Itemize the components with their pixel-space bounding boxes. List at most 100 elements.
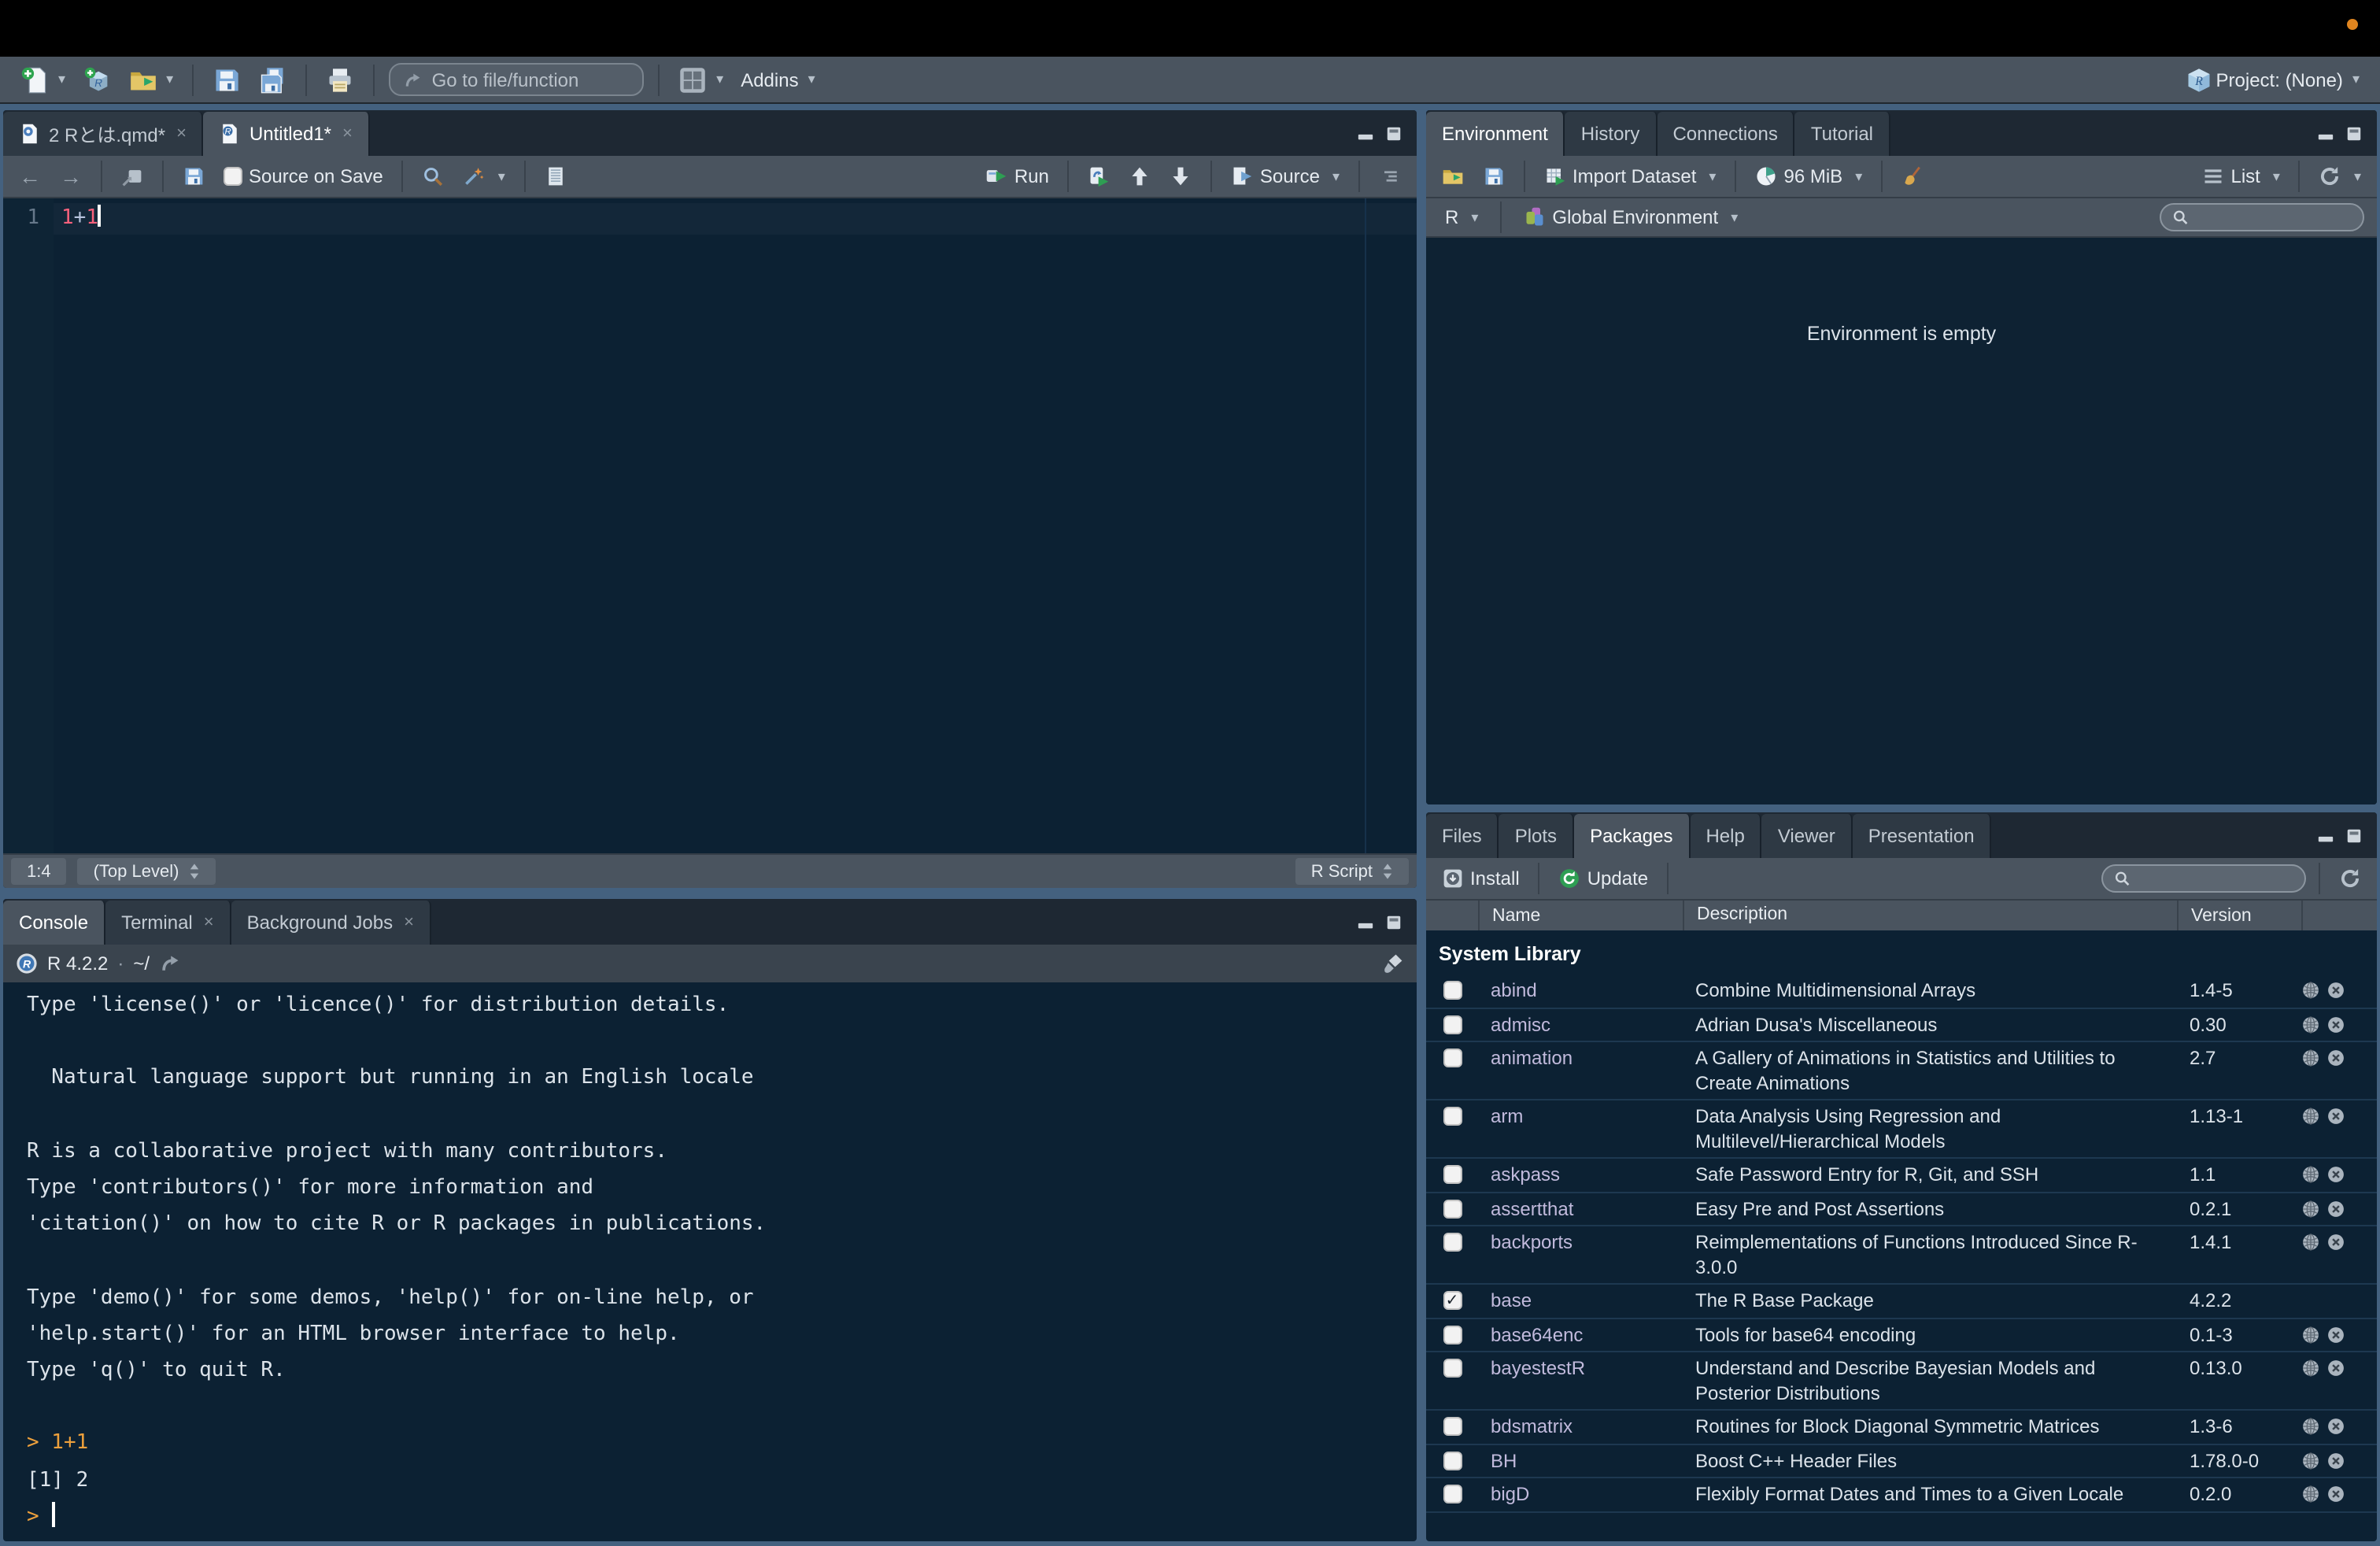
project-selector[interactable]: R Project: (None) [2180,62,2364,97]
code-tools-button[interactable] [457,164,512,189]
tab-background-jobs[interactable]: Background Jobs [231,901,431,945]
find-replace-button[interactable] [416,164,451,189]
compile-report-button[interactable] [538,164,573,189]
description-column-header[interactable]: Description [1683,901,2177,930]
package-name-link[interactable]: bigD [1491,1483,1529,1505]
package-remove-icon[interactable] [2326,981,2345,1000]
list-view-selector[interactable]: List [2197,164,2286,189]
new-file-button[interactable] [16,62,70,97]
tab-untitled1[interactable]: R Untitled1* [204,112,370,156]
tab-environment[interactable]: Environment [1426,112,1565,156]
package-website-icon[interactable] [2301,1233,2320,1252]
package-website-icon[interactable] [2301,1165,2320,1184]
import-dataset-button[interactable]: Import Dataset [1538,164,1722,189]
source-on-save-checkbox[interactable]: Source on Save [217,164,390,189]
package-name-link[interactable]: assertthat [1491,1197,1573,1219]
install-button[interactable]: Install [1436,866,1526,891]
package-checkbox[interactable] [1426,1163,1478,1184]
package-checkbox[interactable] [1426,1047,1478,1067]
open-in-new-window-button[interactable] [115,164,150,189]
package-remove-icon[interactable] [2326,1417,2345,1436]
package-remove-icon[interactable] [2326,1165,2345,1184]
package-name-link[interactable]: askpass [1491,1163,1560,1185]
package-checkbox[interactable] [1426,1013,1478,1034]
package-checkbox[interactable] [1426,1323,1478,1344]
source-button[interactable]: Source [1225,164,1346,189]
print-button[interactable] [321,62,359,97]
tab-tutorial[interactable]: Tutorial [1795,112,1890,156]
editor-code-area[interactable]: 1+1 [54,198,1417,853]
minimize-button[interactable] [2317,125,2334,141]
package-name-link[interactable]: arm [1491,1105,1523,1127]
tab-files[interactable]: Files [1426,814,1499,858]
run-next-button[interactable] [1164,164,1199,189]
package-name-link[interactable]: base [1491,1289,1532,1311]
name-column-header[interactable]: Name [1478,901,1683,930]
package-remove-icon[interactable] [2326,1015,2345,1034]
package-website-icon[interactable] [2301,1485,2320,1503]
package-remove-icon[interactable] [2326,1359,2345,1378]
maximize-button[interactable] [1385,125,1402,141]
scope-selector[interactable]: (Top Level) [78,858,216,885]
refresh-packages-button[interactable] [2333,866,2367,891]
package-checkbox[interactable] [1426,1197,1478,1218]
package-name-link[interactable]: abind [1491,979,1537,1001]
cursor-position[interactable]: 1:4 [11,858,67,885]
code-editor[interactable]: 1 1+1 [3,198,1417,853]
goto-file-input[interactable] [432,68,630,91]
package-checkbox[interactable] [1426,1415,1478,1436]
tab-help[interactable]: Help [1690,814,1761,858]
tab-plots[interactable]: Plots [1499,814,1574,858]
close-icon[interactable] [342,124,353,143]
close-icon[interactable] [404,913,414,932]
package-website-icon[interactable] [2301,1015,2320,1034]
close-icon[interactable] [204,913,214,932]
tab-packages[interactable]: Packages [1574,814,1690,858]
packages-search[interactable] [2101,864,2306,893]
package-name-link[interactable]: bayestestR [1491,1357,1585,1379]
back-button[interactable]: ← [13,162,47,190]
environment-search[interactable] [2160,203,2364,231]
package-website-icon[interactable] [2301,1417,2320,1436]
tab-viewer[interactable]: Viewer [1762,814,1853,858]
package-checkbox[interactable] [1426,979,1478,1000]
package-remove-icon[interactable] [2326,1325,2345,1344]
close-icon[interactable] [176,124,187,143]
tab-qmd-file[interactable]: 2 Rとは.qmd* [3,112,204,156]
run-button[interactable]: Run [980,164,1055,189]
package-website-icon[interactable] [2301,1107,2320,1126]
save-button[interactable] [208,62,246,97]
package-website-icon[interactable] [2301,1049,2320,1067]
open-file-button[interactable] [124,62,178,97]
package-name-link[interactable]: BH [1491,1449,1517,1471]
memory-usage-button[interactable]: 96 MiB [1749,164,1868,189]
clear-console-icon[interactable] [1382,952,1404,975]
package-name-link[interactable]: bdsmatrix [1491,1415,1572,1437]
maximize-button[interactable] [2345,827,2363,843]
tab-console[interactable]: Console [3,901,105,945]
package-remove-icon[interactable] [2326,1049,2345,1067]
run-previous-button[interactable] [1123,164,1158,189]
load-workspace-button[interactable] [1436,164,1470,189]
version-column-header[interactable]: Version [2177,901,2301,930]
forward-button[interactable]: → [54,162,88,190]
package-website-icon[interactable] [2301,1325,2320,1344]
update-button[interactable]: Update [1553,866,1654,891]
package-checkbox[interactable] [1426,1483,1478,1503]
package-remove-icon[interactable] [2326,1485,2345,1503]
save-source-button[interactable] [176,164,211,189]
package-checkbox[interactable] [1426,1105,1478,1126]
package-website-icon[interactable] [2301,981,2320,1000]
tab-presentation[interactable]: Presentation [1853,814,1992,858]
minimize-button[interactable] [1357,914,1374,930]
package-remove-icon[interactable] [2326,1451,2345,1470]
minimize-button[interactable] [2317,827,2334,843]
package-name-link[interactable]: backports [1491,1231,1572,1253]
package-name-link[interactable]: base64enc [1491,1323,1583,1345]
save-workspace-button[interactable] [1476,164,1511,189]
package-website-icon[interactable] [2301,1359,2320,1378]
open-directory-icon[interactable] [159,952,181,975]
environment-search-input[interactable] [2197,208,2352,227]
pane-layout-button[interactable] [674,62,728,97]
tab-history[interactable]: History [1565,112,1658,156]
